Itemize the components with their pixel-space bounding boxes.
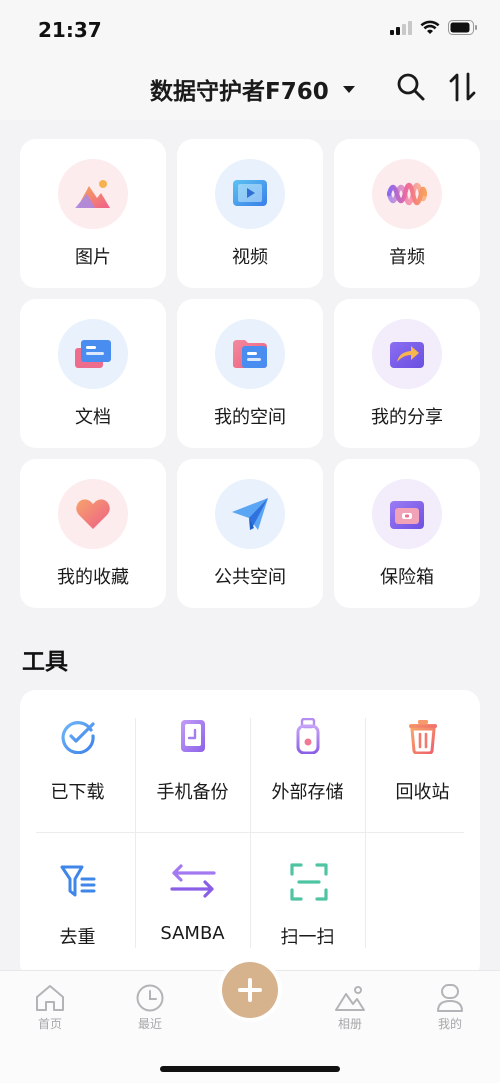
tools-panel: 已下载 手机备份 外部存储 回收站 去重 SAMBA 扫一扫 [20, 690, 480, 980]
category-label: 我的空间 [214, 407, 286, 428]
category-label: 视频 [232, 247, 268, 268]
tool-recycle-bin[interactable]: 回收站 [365, 690, 480, 803]
paper-plane-icon [215, 479, 285, 549]
category-images[interactable]: 图片 [20, 139, 166, 288]
category-label: 公共空间 [214, 567, 286, 588]
tab-recent[interactable]: 最近 [120, 983, 180, 1032]
tool-label: 手机备份 [156, 782, 229, 803]
add-button[interactable] [222, 962, 278, 1018]
category-label: 图片 [75, 247, 111, 268]
search-button[interactable] [394, 70, 428, 104]
device-name: 数据守护者F760 [150, 79, 329, 105]
safe-icon [372, 479, 442, 549]
tool-label: SAMBA [160, 923, 225, 944]
downloaded-check-icon [61, 721, 95, 754]
category-documents[interactable]: 文档 [20, 299, 166, 448]
category-public-space[interactable]: 公共空间 [177, 459, 323, 608]
home-icon [36, 985, 64, 1011]
tab-label: 最近 [137, 1017, 162, 1031]
audio-icon [372, 159, 442, 229]
swap-arrows-icon [170, 864, 216, 898]
dedupe-filter-icon [60, 865, 96, 897]
category-videos[interactable]: 视频 [177, 139, 323, 288]
document-icon [58, 319, 128, 389]
tool-downloaded[interactable]: 已下载 [20, 690, 135, 803]
caret-down-icon [342, 85, 355, 93]
category-label: 文档 [75, 407, 111, 428]
folder-icon [215, 319, 285, 389]
status-icons [390, 20, 478, 35]
home-indicator [160, 1066, 340, 1072]
tab-label: 我的 [437, 1017, 462, 1031]
category-label: 保险箱 [380, 567, 434, 588]
category-safe[interactable]: 保险箱 [334, 459, 480, 608]
tab-label: 首页 [37, 1017, 62, 1031]
tool-samba[interactable]: SAMBA [135, 835, 250, 947]
image-icon [58, 159, 128, 229]
tab-label: 相册 [337, 1017, 362, 1031]
category-audio[interactable]: 音频 [334, 139, 480, 288]
trash-icon [409, 720, 437, 754]
divider [36, 832, 464, 833]
top-header: 数据守护者F760 [0, 56, 500, 120]
tab-mine[interactable]: 我的 [420, 983, 480, 1032]
album-icon [335, 986, 365, 1011]
tool-scan[interactable]: 扫一扫 [250, 835, 365, 948]
share-icon [372, 319, 442, 389]
tool-dedupe[interactable]: 去重 [20, 835, 135, 948]
cellular-signal-icon [390, 20, 412, 35]
device-selector[interactable]: 数据守护者F760 [150, 72, 355, 106]
heart-icon [58, 479, 128, 549]
status-bar: 21:37 [0, 0, 500, 56]
category-label: 我的分享 [371, 407, 443, 428]
category-my-share[interactable]: 我的分享 [334, 299, 480, 448]
video-icon [215, 159, 285, 229]
tool-external-storage[interactable]: 外部存储 [250, 690, 365, 803]
status-time: 21:37 [38, 18, 102, 42]
category-favorites[interactable]: 我的收藏 [20, 459, 166, 608]
category-label: 我的收藏 [57, 567, 129, 588]
scan-icon [290, 863, 328, 901]
tool-phone-backup[interactable]: 手机备份 [135, 690, 250, 803]
tab-album[interactable]: 相册 [320, 983, 380, 1032]
usb-drive-icon [296, 718, 320, 754]
category-my-space[interactable]: 我的空间 [177, 299, 323, 448]
profile-icon [437, 984, 463, 1012]
tool-label: 回收站 [395, 782, 450, 803]
tool-label: 外部存储 [271, 782, 344, 803]
clock-icon [136, 984, 164, 1012]
tool-label: 扫一扫 [280, 927, 335, 948]
phone-backup-icon [181, 720, 205, 752]
tab-home[interactable]: 首页 [20, 983, 80, 1032]
wifi-icon [420, 20, 440, 34]
search-icon [397, 73, 425, 101]
transfer-button[interactable] [446, 70, 480, 104]
tool-label: 去重 [59, 927, 96, 948]
transfer-arrows-icon [449, 72, 476, 102]
battery-icon [448, 20, 477, 35]
tool-label: 已下载 [50, 782, 105, 803]
category-label: 音频 [389, 247, 425, 268]
tools-section-title: 工具 [22, 649, 68, 675]
